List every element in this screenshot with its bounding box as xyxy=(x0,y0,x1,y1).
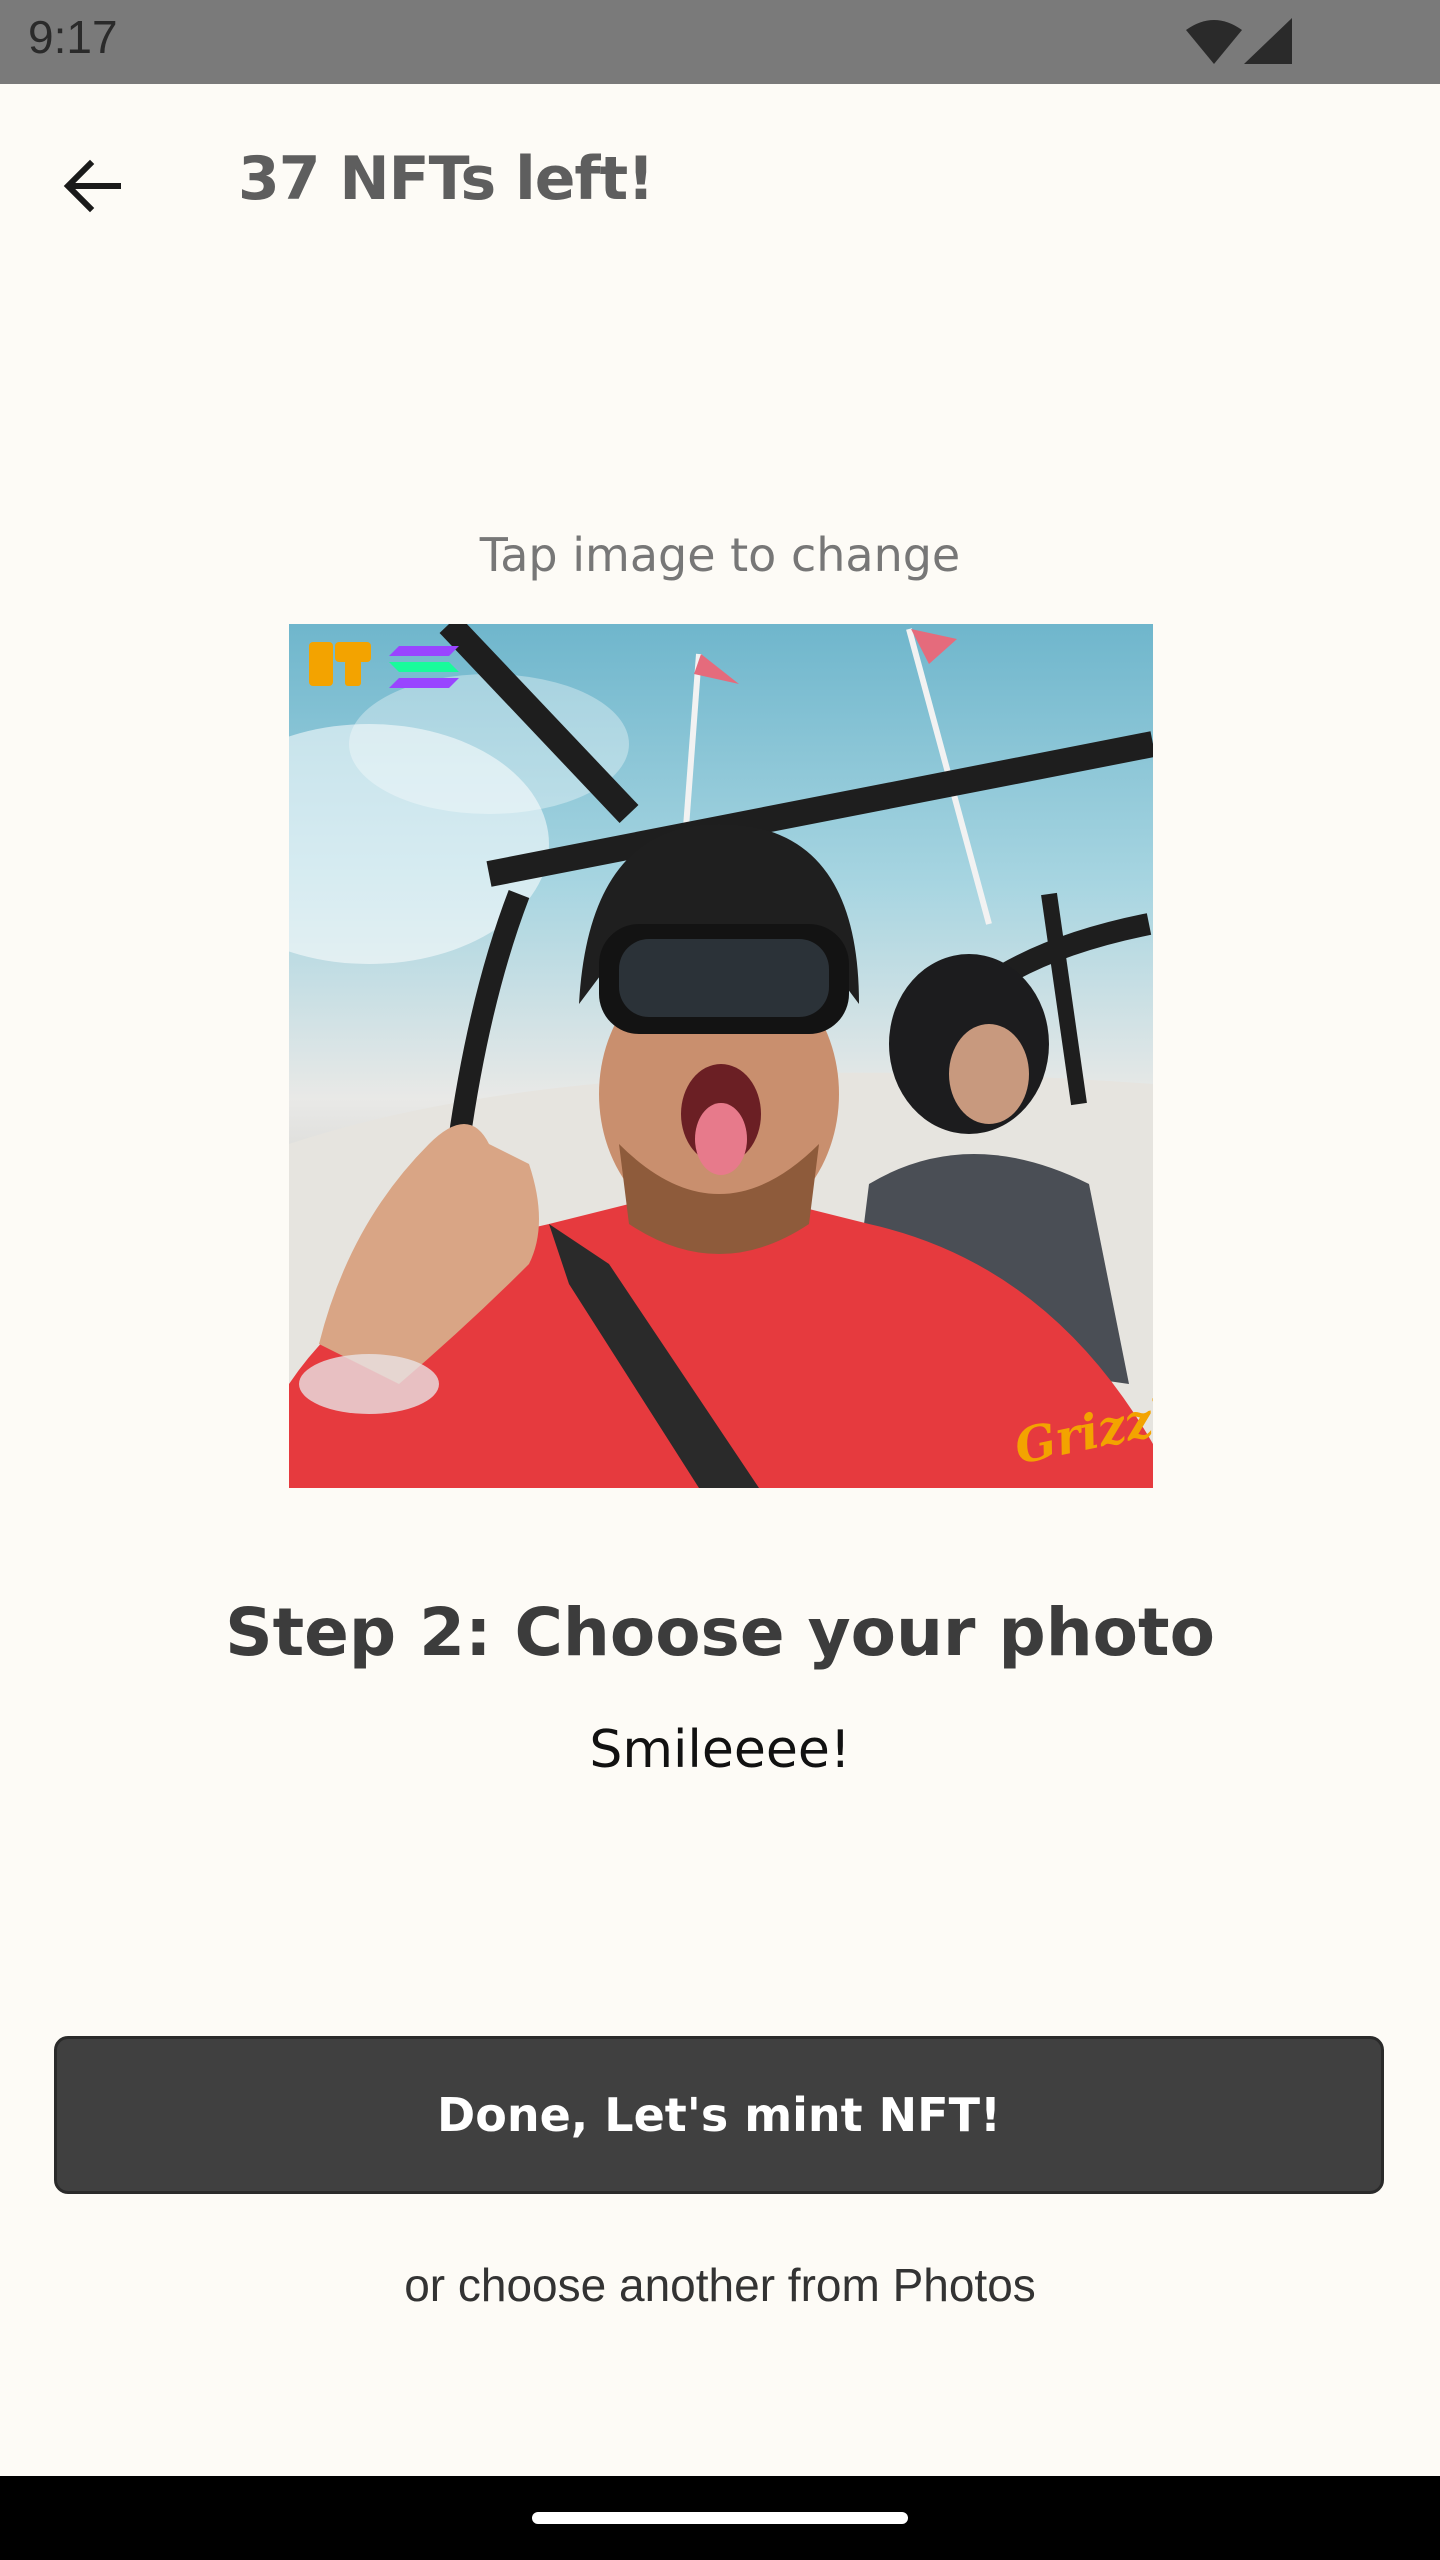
step-subtitle: Smileeee! xyxy=(589,1720,851,1780)
status-bar: 9:17 xyxy=(0,0,1440,84)
page-title: 37 NFTs left! xyxy=(238,144,655,214)
mint-nft-button[interactable]: Done, Let's mint NFT! xyxy=(54,2036,1384,2194)
back-button[interactable] xyxy=(50,144,134,228)
solana-logo-icon xyxy=(389,646,459,688)
cell-signal-icon xyxy=(1244,18,1292,64)
arrow-left-icon xyxy=(63,159,121,213)
wifi-icon xyxy=(1186,20,1242,64)
status-time: 9:17 xyxy=(28,11,118,63)
app-bar: 37 NFTs left! xyxy=(0,84,1440,284)
home-gesture-handle[interactable] xyxy=(532,2512,908,2524)
tap-hint: Tap image to change xyxy=(479,528,961,582)
st-logo-icon xyxy=(309,642,371,686)
photo-preview[interactable]: Grizzly xyxy=(289,624,1153,1488)
step-title: Step 2: Choose your photo xyxy=(225,1594,1215,1671)
photo-image: Grizzly xyxy=(289,624,1153,1488)
system-nav-bar xyxy=(0,2476,1440,2560)
choose-from-photos-link[interactable]: or choose another from Photos xyxy=(0,2258,1440,2312)
